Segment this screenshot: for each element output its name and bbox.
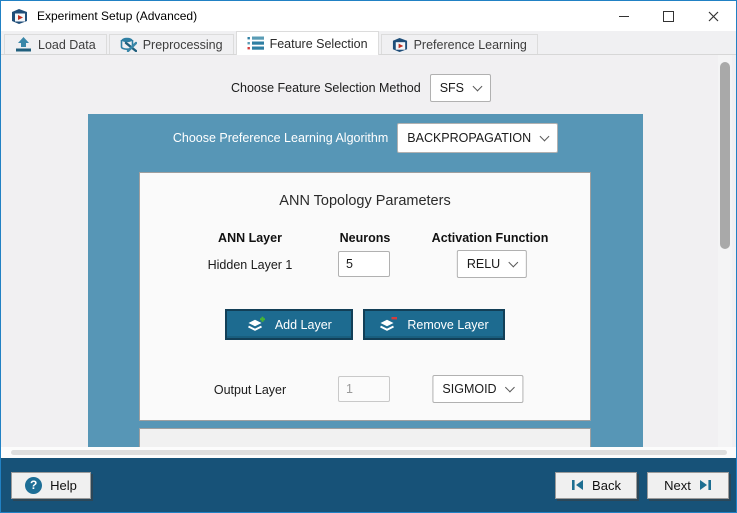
cube-icon (392, 37, 407, 52)
help-button[interactable]: ? Help (11, 471, 91, 499)
hidden-layer-activation-value: RELU (466, 257, 501, 271)
minimize-icon (618, 15, 629, 17)
add-layer-label: Add Layer (274, 317, 332, 332)
algorithm-select[interactable]: BACKPROPAGATION (397, 123, 559, 153)
algorithm-value: BACKPROPAGATION (407, 131, 532, 145)
column-header-ann-layer: ANN Layer (218, 231, 282, 245)
remove-layer-label: Remove Layer (407, 317, 489, 332)
vertical-scrollbar[interactable] (718, 55, 732, 447)
next-icon (699, 480, 711, 490)
next-label: Next (664, 477, 691, 493)
window-controls (601, 1, 736, 31)
hidden-layer-label: Hidden Layer 1 (207, 258, 293, 272)
add-layer-icon (247, 316, 265, 331)
experiment-setup-window: Experiment Setup (Advanced) Load Data Pr… (0, 0, 737, 513)
help-label: Help (50, 477, 77, 493)
back-button[interactable]: Back (555, 471, 637, 499)
next-parameters-panel (139, 428, 591, 447)
tab-preprocessing[interactable]: Preprocessing (108, 34, 234, 54)
back-icon (572, 480, 584, 490)
tab-load-data[interactable]: Load Data (4, 34, 107, 54)
feature-method-row: Choose Feature Selection Method SFS (1, 74, 721, 102)
maximize-button[interactable] (646, 1, 691, 31)
tab-label: Preprocessing (142, 37, 223, 52)
layer-buttons-row: Add Layer Remove Layer (140, 309, 590, 340)
output-layer-activation-value: SIGMOID (442, 382, 497, 396)
remove-layer-icon (380, 317, 398, 331)
next-button[interactable]: Next (647, 471, 729, 499)
horizontal-scrollbar-thumb[interactable] (11, 450, 727, 455)
chevron-down-icon (472, 81, 483, 91)
app-cube-icon (12, 8, 27, 24)
tools-icon (120, 37, 137, 52)
preference-learning-panel: Choose Preference Learning Algorithm BAC… (88, 114, 643, 447)
maximize-icon (663, 10, 674, 22)
chevron-down-icon (508, 257, 519, 267)
tab-preference-learning[interactable]: Preference Learning (380, 34, 538, 54)
feature-method-label: Choose Feature Selection Method (230, 81, 421, 95)
algorithm-row: Choose Preference Learning Algorithm BAC… (88, 123, 643, 153)
close-button[interactable] (691, 1, 736, 31)
column-header-neurons: Neurons (339, 231, 391, 245)
tab-content-feature-selection: Choose Feature Selection Method SFS Choo… (1, 55, 736, 447)
upload-icon (16, 37, 31, 52)
output-layer-activation-select[interactable]: SIGMOID (432, 375, 524, 403)
column-header-activation: Activation Function (431, 231, 549, 245)
output-layer-neurons-input (338, 376, 390, 402)
tab-label: Preference Learning (413, 37, 527, 52)
ann-panel-title: ANN Topology Parameters (279, 193, 451, 209)
minimize-button[interactable] (601, 1, 646, 31)
vertical-scrollbar-thumb[interactable] (720, 62, 730, 249)
list-icon (247, 36, 264, 50)
back-label: Back (592, 477, 621, 493)
hidden-layer-activation-select[interactable]: RELU (456, 250, 528, 278)
algorithm-label: Choose Preference Learning Algorithm (172, 131, 389, 145)
chevron-down-icon (505, 382, 516, 392)
close-icon (708, 11, 719, 21)
window-title: Experiment Setup (Advanced) (37, 9, 198, 23)
help-icon: ? (25, 476, 43, 494)
tab-bar: Load Data Preprocessing Feature Selectio… (1, 31, 736, 55)
tab-label: Load Data (38, 37, 96, 52)
title-bar: Experiment Setup (Advanced) (1, 1, 736, 31)
tab-label: Feature Selection (269, 36, 368, 51)
tab-feature-selection[interactable]: Feature Selection (235, 31, 379, 55)
output-layer-label: Output Layer (213, 383, 287, 397)
remove-layer-button[interactable]: Remove Layer (363, 309, 505, 340)
footer-bar: ? Help Back Next (1, 458, 736, 512)
hidden-layer-neurons-input[interactable] (338, 251, 390, 277)
ann-topology-panel: ANN Topology Parameters ANN Layer Neuron… (139, 172, 591, 421)
horizontal-scrollbar[interactable] (1, 447, 736, 458)
feature-method-select[interactable]: SFS (429, 74, 491, 102)
feature-method-value: SFS (439, 81, 464, 95)
chevron-down-icon (539, 131, 550, 141)
add-layer-button[interactable]: Add Layer (225, 309, 354, 340)
